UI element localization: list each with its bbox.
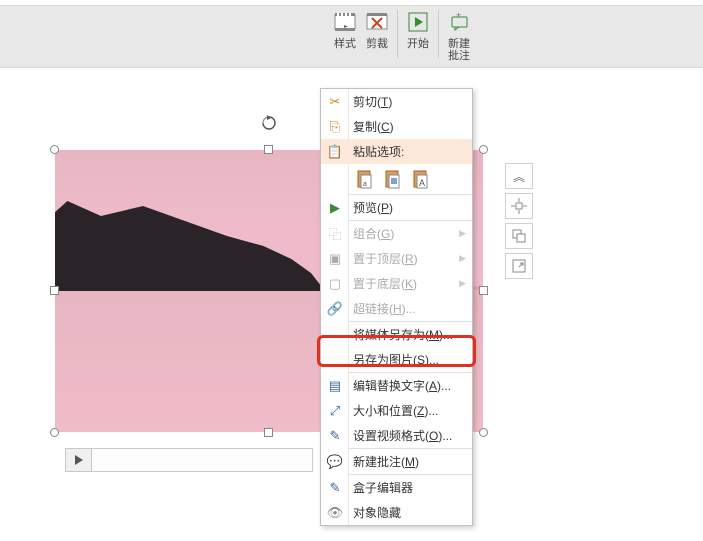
crop-button[interactable]: 剪裁 [362,8,392,64]
send-back-icon: ▢ [325,276,345,292]
group-icon: ⿻ [325,224,345,243]
style-button[interactable]: 样式 [330,8,360,64]
submenu-arrow-icon: ▶ [459,253,466,264]
menu-size-position[interactable]: ⤢ 大小和位置(Z)... [321,398,472,423]
comment-icon: + [447,10,471,34]
resize-handle-tr[interactable] [479,145,488,154]
copy-icon: ⎘ [325,119,345,135]
comment-menu-icon: 💬 [325,454,345,470]
ribbon-separator [397,10,398,58]
resize-handle-tc[interactable] [264,145,273,154]
player-play-button[interactable] [66,449,92,471]
menu-preview-label: 预览(P) [353,199,393,216]
menu-send-back: ▢ 置于底层(K) ▶ [321,271,472,296]
side-toolbar: ︽ [505,163,533,279]
box-editor-icon: ✎ [325,480,345,496]
menu-send-back-label: 置于底层(K) [353,275,417,292]
resize-handle-br[interactable] [479,428,488,437]
alt-text-icon: ▤ [325,378,345,394]
crop-label: 剪裁 [366,38,388,50]
menu-alt-text-label: 编辑替换文字(A)... [353,377,451,394]
hide-icon: 👁 [325,505,345,521]
menu-save-media-as[interactable]: 将媒体另存为(M)... [321,322,472,347]
play-button[interactable]: 开始 [403,8,433,64]
ribbon-top-strip [0,0,703,6]
rotate-handle[interactable] [261,115,277,131]
player-track[interactable] [92,449,312,471]
paste-options-row: a A [321,164,472,194]
format-icon: ✎ [325,428,345,444]
menu-edit-alt-text[interactable]: ▤ 编辑替换文字(A)... [321,373,472,398]
hyperlink-icon: 🔗 [325,301,345,317]
menu-copy-label: 复制(C) [353,118,394,135]
menu-group-label: 组合(G) [353,225,394,242]
arrange-button[interactable] [505,223,533,249]
ribbon-group: 样式 剪裁 开始 + 新建 批注 [330,8,474,64]
collapse-button[interactable]: ︽ [505,163,533,189]
cut-icon: ✂ [325,94,345,110]
menu-hyperlink-label: 超链接(H)... [353,300,416,317]
menu-bring-front: ▣ 置于顶层(R) ▶ [321,246,472,271]
ribbon-separator [438,10,439,58]
svg-text:+: + [456,13,461,20]
menu-hide-label: 对象隐藏 [353,504,401,521]
svg-text:A: A [419,178,425,188]
menu-box-editor-label: 盒子编辑器 [353,479,413,496]
menu-new-comment[interactable]: 💬 新建批注(M) [321,449,472,474]
menu-paste-label: 粘贴选项: [353,143,404,160]
paste-icon: 📋 [325,144,345,160]
expand-button[interactable] [505,253,533,279]
svg-text:a: a [363,181,367,188]
resize-handle-ml[interactable] [50,286,59,295]
menu-cut[interactable]: ✂ 剪切(T) [321,89,472,114]
menu-format-label: 设置视频格式(O)... [353,427,452,444]
menu-paste-options: 📋 粘贴选项: [321,139,472,164]
thumbnail-content [55,191,325,291]
paste-option-2[interactable] [381,167,405,191]
menu-preview[interactable]: ▶ 预览(P) [321,195,472,220]
resize-handle-bl[interactable] [50,428,59,437]
submenu-arrow-icon: ▶ [459,278,466,289]
menu-save-as-image[interactable]: 另存为图片(S)... [321,347,472,372]
context-menu: ✂ 剪切(T) ⎘ 复制(C) 📋 粘贴选项: a A ▶ 预览(P) ⿻ 组合… [320,88,473,526]
menu-box-editor[interactable]: ✎ 盒子编辑器 [321,475,472,500]
menu-size-label: 大小和位置(Z)... [353,402,438,419]
menu-copy[interactable]: ⎘ 复制(C) [321,114,472,139]
style-icon [333,10,357,34]
preview-icon: ▶ [325,200,345,216]
menu-save-image-label: 另存为图片(S)... [353,351,439,368]
play-triangle-icon [74,455,84,465]
paste-option-3[interactable]: A [409,167,433,191]
menu-group: ⿻ 组合(G) ▶ [321,221,472,246]
resize-handle-bc[interactable] [264,428,273,437]
resize-handle-tl[interactable] [50,145,59,154]
menu-new-comment-label: 新建批注(M) [353,453,419,470]
menu-video-format[interactable]: ✎ 设置视频格式(O)... [321,423,472,448]
menu-object-hide[interactable]: 👁 对象隐藏 [321,500,472,525]
crop-icon [365,10,389,34]
submenu-arrow-icon: ▶ [459,228,466,239]
media-player-bar [65,448,313,472]
menu-cut-label: 剪切(T) [353,93,392,110]
bring-front-icon: ▣ [325,251,345,267]
menu-hyperlink: 🔗 超链接(H)... [321,296,472,321]
menu-save-media-label: 将媒体另存为(M)... [353,326,453,343]
play-label: 开始 [407,38,429,50]
menu-bring-front-label: 置于顶层(R) [353,250,418,267]
play-icon [406,10,430,34]
resize-handle-mr[interactable] [479,286,488,295]
new-comment-button[interactable]: + 新建 批注 [444,8,474,64]
style-label: 样式 [334,38,356,50]
new-comment-label: 新建 批注 [448,38,470,62]
size-icon: ⤢ [325,403,345,419]
paste-option-1[interactable]: a [353,167,377,191]
align-button[interactable] [505,193,533,219]
